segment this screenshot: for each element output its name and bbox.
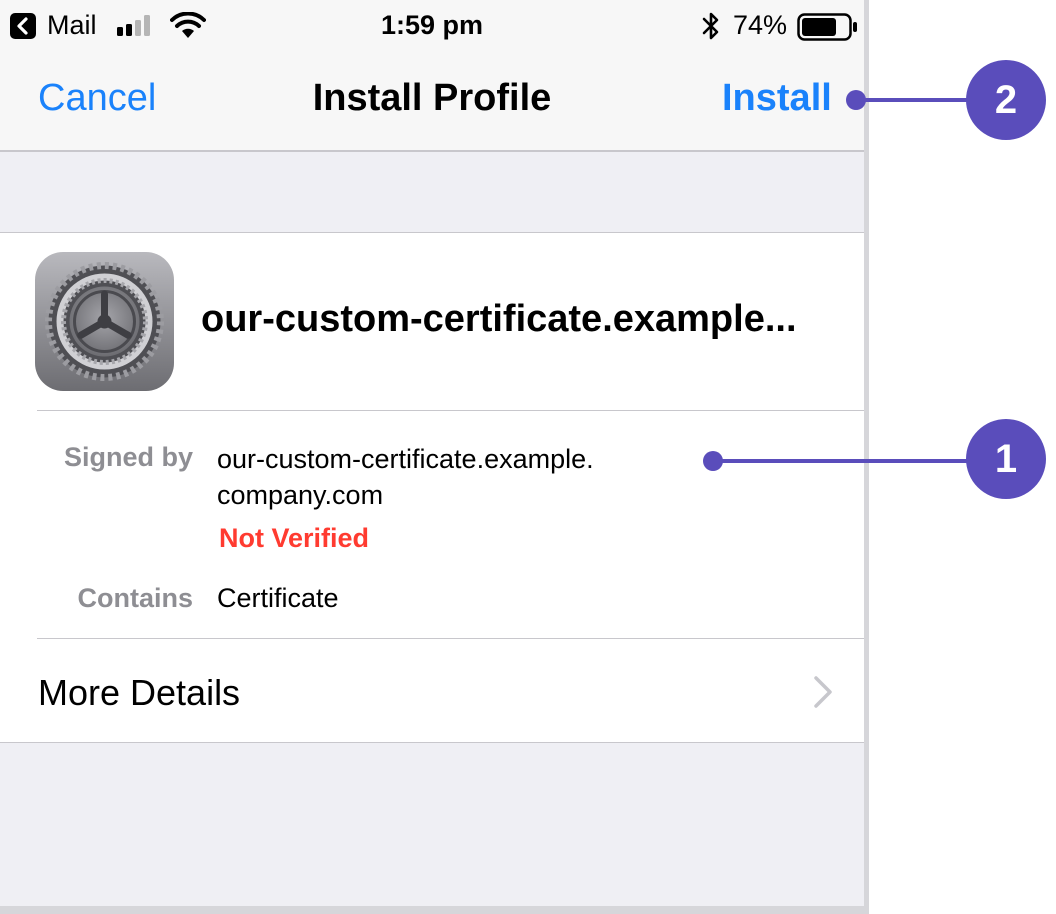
- more-details-label: More Details: [38, 672, 241, 713]
- profile-name: our-custom-certificate.example...: [201, 298, 797, 340]
- navigation-bar: Cancel Install Profile Install: [0, 52, 864, 152]
- device-frame: [864, 0, 869, 914]
- divider: [37, 410, 864, 411]
- contains-value: Certificate: [217, 583, 339, 613]
- callout-2-badge: 2: [966, 60, 1046, 140]
- install-button[interactable]: Install: [722, 77, 832, 120]
- verification-status: Not Verified: [219, 523, 370, 553]
- battery-percent: 74%: [733, 10, 788, 40]
- signed-by-label: Signed by: [63, 442, 193, 472]
- battery-icon: [797, 13, 857, 41]
- device-frame: [0, 906, 869, 914]
- phone-screen: Mail 1:59 pm 74% Cancel Install Profile …: [0, 0, 869, 914]
- settings-gear-icon: [35, 252, 174, 391]
- more-details-row[interactable]: More Details: [0, 639, 864, 741]
- chevron-right-icon: [814, 676, 832, 708]
- status-bar: Mail 1:59 pm 74%: [0, 0, 864, 52]
- callout-1-badge: 1: [966, 419, 1046, 499]
- contains-label: Contains: [77, 583, 193, 613]
- signed-by-value: our-custom-certificate.example. company.…: [217, 444, 594, 510]
- profile-card: our-custom-certificate.example... Signed…: [0, 232, 864, 743]
- callout-2-line: [856, 98, 974, 102]
- bluetooth-icon: [702, 12, 719, 40]
- callout-1-line: [713, 459, 975, 463]
